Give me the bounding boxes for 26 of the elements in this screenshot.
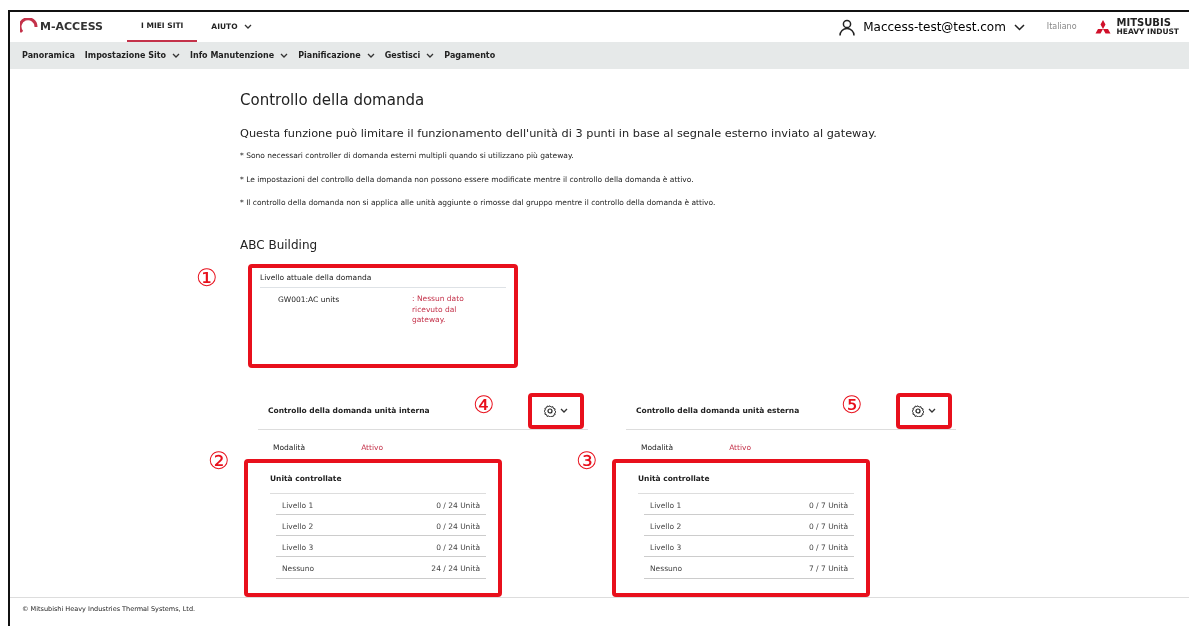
annotation-number: ② [208, 449, 230, 474]
logo-icon [20, 18, 38, 36]
nav-menu-item[interactable]: Pianificazione [298, 49, 375, 62]
nav-menu-item[interactable]: Panoramica [22, 49, 75, 62]
brand-name: MITSUBIS [1116, 17, 1172, 28]
user-icon [839, 18, 856, 36]
chevron-icon [560, 407, 568, 414]
settings-button[interactable] [528, 392, 584, 429]
logo-text: M-ACCESS [40, 18, 104, 35]
chevron-icon [928, 407, 936, 414]
diamonds-logo-icon [1092, 20, 1113, 34]
nav-menu-item[interactable]: Pagamento [444, 49, 496, 62]
nav-menu-item[interactable]: Gestisci [384, 49, 435, 62]
annotation-number: ① [196, 266, 218, 291]
settings-icon [912, 404, 924, 417]
chevron-icon [1013, 23, 1025, 31]
settings-button[interactable] [896, 392, 952, 429]
annotation-number: ④ [473, 393, 495, 418]
page-description: Questa funzione può limitare il funzionamento dell'unità di 3 punti in base al segnale esterno inviato al gateway. [240, 125, 878, 142]
nav-menu-item[interactable]: Info Manutenzione [189, 49, 289, 62]
annotation-number: ⑤ [841, 393, 863, 418]
building-name: ABC Building [240, 237, 319, 255]
nav-menu-item[interactable]: Impostazione Sito [84, 49, 180, 62]
page-title: Controllo della domanda [240, 90, 426, 111]
settings-icon [544, 404, 556, 417]
annotation-number: ③ [576, 449, 598, 474]
